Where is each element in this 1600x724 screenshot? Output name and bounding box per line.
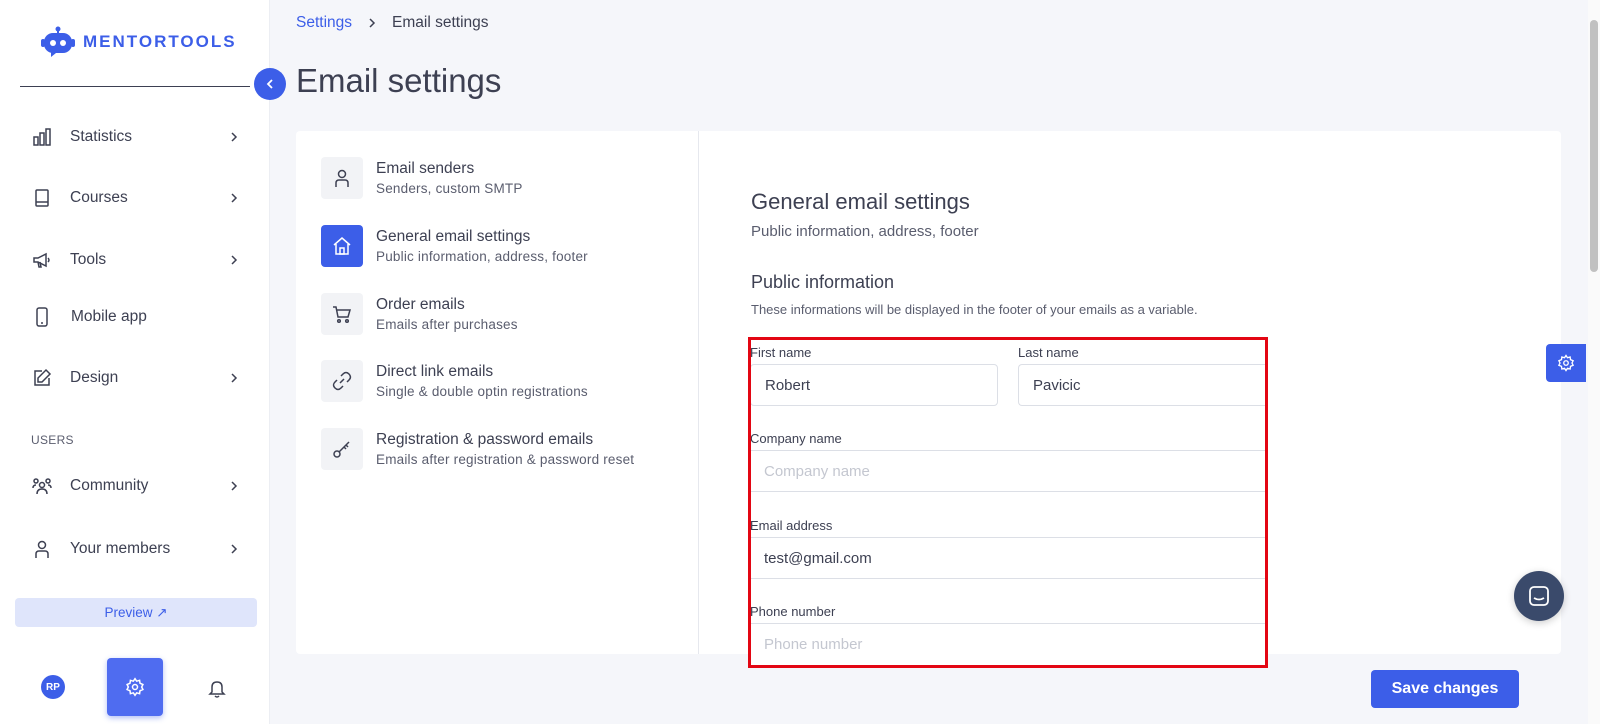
public-information-description: These informations will be displayed in …: [751, 302, 1198, 317]
public-information-heading: Public information: [751, 272, 895, 292]
chevron-right-icon: [231, 132, 238, 142]
sidebar-item-label: Design: [70, 369, 119, 386]
gear-icon: [1557, 354, 1575, 372]
sidebar-item-mobile-app[interactable]: Mobile app: [30, 297, 240, 337]
robot-logo-icon: [41, 26, 75, 57]
menu-item-subtitle: Single & double optin registrations: [376, 384, 588, 399]
sidebar-item-courses[interactable]: Courses: [30, 178, 240, 218]
menu-item-subtitle: Emails after purchases: [376, 317, 518, 332]
notifications-button[interactable]: [205, 676, 229, 700]
preview-button[interactable]: Preview ↗: [15, 598, 257, 627]
sidebar: MENTORTOOLS Statistics Courses Tools Mob…: [0, 0, 270, 724]
chevron-right-icon: [369, 18, 376, 28]
menu-item-subtitle: Emails after registration & password res…: [376, 452, 635, 467]
sidebar-item-label: Community: [70, 477, 149, 494]
menu-item-email-senders[interactable]: Email senders Senders, custom SMTP: [321, 157, 681, 201]
highlight-box: [748, 337, 1268, 668]
breadcrumb-settings-link[interactable]: Settings: [296, 14, 352, 32]
avatar[interactable]: RP: [41, 675, 65, 699]
bell-icon: [208, 681, 226, 698]
scrollbar-thumb[interactable]: [1590, 20, 1598, 272]
menu-item-registration-password-emails[interactable]: Registration & password emails Emails af…: [321, 428, 681, 472]
sidebar-item-label: Statistics: [70, 128, 133, 145]
chat-icon: [1529, 586, 1549, 606]
sidebar-item-tools[interactable]: Tools: [30, 240, 240, 280]
menu-item-title: Order emails: [376, 296, 465, 313]
sidebar-item-label: Your members: [70, 540, 171, 557]
sidebar-item-your-members[interactable]: Your members: [30, 529, 240, 569]
chevron-right-icon: [231, 255, 238, 265]
gear-icon: [126, 677, 144, 697]
chevron-right-icon: [231, 544, 238, 554]
sidebar-item-statistics[interactable]: Statistics: [30, 117, 240, 157]
breadcrumb: Settings Email settings: [296, 14, 489, 32]
sidebar-item-label: Tools: [70, 251, 107, 268]
settings-button[interactable]: [107, 658, 163, 716]
sidebar-item-label: Mobile app: [71, 308, 147, 325]
menu-item-title: Direct link emails: [376, 363, 494, 380]
section-subtitle: Public information, address, footer: [751, 223, 979, 240]
card-divider: [698, 131, 699, 654]
settings-card: Email senders Senders, custom SMTP Gener…: [296, 131, 1561, 668]
menu-item-direct-link-emails[interactable]: Direct link emails Single & double optin…: [321, 360, 681, 404]
sidebar-divider: [20, 86, 250, 87]
brand-name: MENTORTOOLS: [83, 32, 237, 51]
menu-item-general-email-settings[interactable]: General email settings Public informatio…: [321, 225, 681, 269]
home-icon: [321, 225, 363, 267]
link-icon: [321, 360, 363, 402]
bar-chart-icon: [30, 125, 54, 149]
breadcrumb-current: Email settings: [392, 14, 489, 31]
user-icon: [30, 537, 54, 561]
menu-item-title: Registration & password emails: [376, 431, 594, 448]
menu-item-title: General email settings: [376, 228, 531, 245]
section-label-users: USERS: [31, 433, 74, 447]
mobile-icon: [30, 305, 54, 329]
menu-item-subtitle: Senders, custom SMTP: [376, 181, 523, 196]
chevron-right-icon: [231, 481, 238, 491]
menu-item-order-emails[interactable]: Order emails Emails after purchases: [321, 293, 681, 337]
floating-settings-button[interactable]: [1546, 344, 1586, 382]
collapse-sidebar-button[interactable]: [254, 68, 286, 100]
menu-item-title: Email senders: [376, 160, 475, 177]
page-title: Email settings: [296, 62, 502, 99]
edit-icon: [30, 366, 54, 390]
logo[interactable]: MENTORTOOLS: [41, 26, 237, 58]
cart-icon: [321, 293, 363, 335]
person-icon: [321, 157, 363, 199]
menu-item-subtitle: Public information, address, footer: [376, 249, 588, 264]
section-title: General email settings: [751, 189, 970, 214]
scrollbar[interactable]: [1588, 0, 1600, 724]
community-icon: [30, 474, 54, 498]
chevron-right-icon: [231, 373, 238, 383]
chevron-left-icon: [266, 79, 273, 89]
book-icon: [30, 186, 54, 210]
sidebar-item-label: Courses: [70, 189, 128, 206]
sidebar-item-community[interactable]: Community: [30, 466, 240, 506]
chat-button[interactable]: [1514, 571, 1564, 621]
sidebar-item-design[interactable]: Design: [30, 358, 240, 398]
key-icon: [321, 428, 363, 470]
chevron-right-icon: [231, 193, 238, 203]
save-changes-button[interactable]: Save changes: [1371, 670, 1519, 708]
megaphone-icon: [30, 248, 54, 272]
